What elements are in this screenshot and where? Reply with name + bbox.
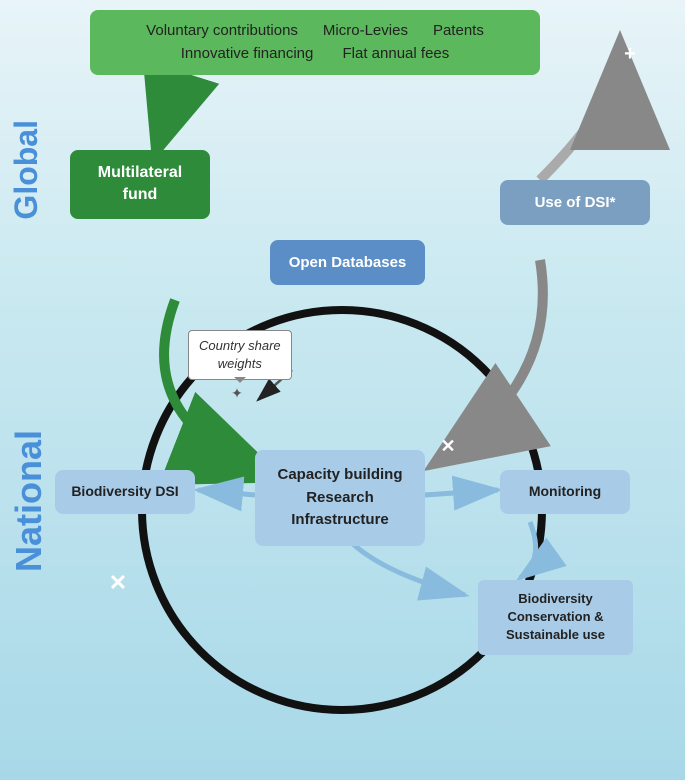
open-databases-label: Open Databases bbox=[289, 254, 407, 271]
funding-line2: Innovative financing Flat annual fees bbox=[106, 43, 524, 66]
svg-text:✕: ✕ bbox=[109, 570, 127, 595]
svg-text:+: + bbox=[624, 43, 636, 65]
monitoring-label: Monitoring bbox=[529, 483, 601, 499]
diagram-container: ✕ ✕ + ✦ Global National Voluntary contri… bbox=[0, 0, 685, 780]
svg-text:✕: ✕ bbox=[440, 436, 455, 456]
capacity-building-box: Capacity buildingResearchInfrastructure bbox=[255, 450, 425, 546]
use-dsi-box: Use of DSI* bbox=[500, 180, 650, 225]
country-weights-label: Country shareweights bbox=[199, 338, 281, 371]
monitoring-box: Monitoring bbox=[500, 470, 630, 514]
national-label: National bbox=[8, 430, 50, 572]
use-dsi-label: Use of DSI* bbox=[535, 194, 616, 211]
funding-sources-box: Voluntary contributions Micro-Levies Pat… bbox=[90, 10, 540, 75]
diagram-svg: ✕ ✕ + ✦ bbox=[0, 0, 685, 780]
biodiversity-conservation-label: BiodiversityConservation &Sustainable us… bbox=[506, 591, 605, 642]
biodiversity-dsi-box: Biodiversity DSI bbox=[55, 470, 195, 514]
multilateral-fund-label: Multilateral fund bbox=[98, 164, 182, 203]
biodiversity-dsi-label: Biodiversity DSI bbox=[71, 483, 178, 499]
biodiversity-conservation-box: BiodiversityConservation &Sustainable us… bbox=[478, 580, 633, 655]
open-databases-box: Open Databases bbox=[270, 240, 425, 285]
capacity-building-label: Capacity buildingResearchInfrastructure bbox=[277, 466, 402, 528]
global-label: Global bbox=[8, 120, 45, 220]
multilateral-fund-box: Multilateral fund bbox=[70, 150, 210, 219]
funding-line1: Voluntary contributions Micro-Levies Pat… bbox=[106, 20, 524, 43]
country-weights-callout: Country shareweights bbox=[188, 330, 292, 380]
